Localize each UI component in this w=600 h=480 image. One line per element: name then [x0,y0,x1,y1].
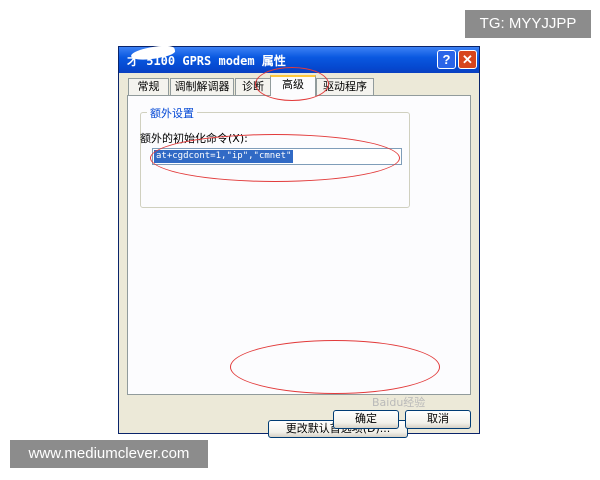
tg-watermark-badge: TG: MYYJJPP [465,10,591,38]
corner-watermark: Baidu经验 [372,396,426,409]
tab-driver[interactable]: 驱动程序 [316,78,374,95]
extra-settings-title: 额外设置 [147,105,197,121]
init-command-value: at+cgdcont=1,"ip","cmnet" [154,150,294,163]
tab-modem[interactable]: 调制解调器 [170,78,234,95]
cancel-button[interactable]: 取消 [405,410,471,429]
init-command-input[interactable]: at+cgdcont=1,"ip","cmnet" [152,148,402,165]
ok-button[interactable]: 确定 [333,410,399,429]
init-command-label: 额外的初始化命令(X): [140,132,248,145]
properties-dialog: 才 5100 GPRS modem 属性 ? ✕ 常规 调制解调器 诊断 高级 … [118,42,480,438]
help-button[interactable]: ? [437,50,456,69]
close-button[interactable]: ✕ [458,50,477,69]
site-watermark-badge: www.mediumclever.com [10,440,208,468]
tab-diagnostics[interactable]: 诊断 [235,78,271,95]
tab-general[interactable]: 常规 [128,78,169,95]
title-bar[interactable]: 才 5100 GPRS modem 属性 ? ✕ [119,42,479,73]
advanced-tab-panel: 额外设置 额外的初始化命令(X): at+cgdcont=1,"ip","cmn… [127,95,471,438]
tab-advanced[interactable]: 高级 [270,75,316,96]
